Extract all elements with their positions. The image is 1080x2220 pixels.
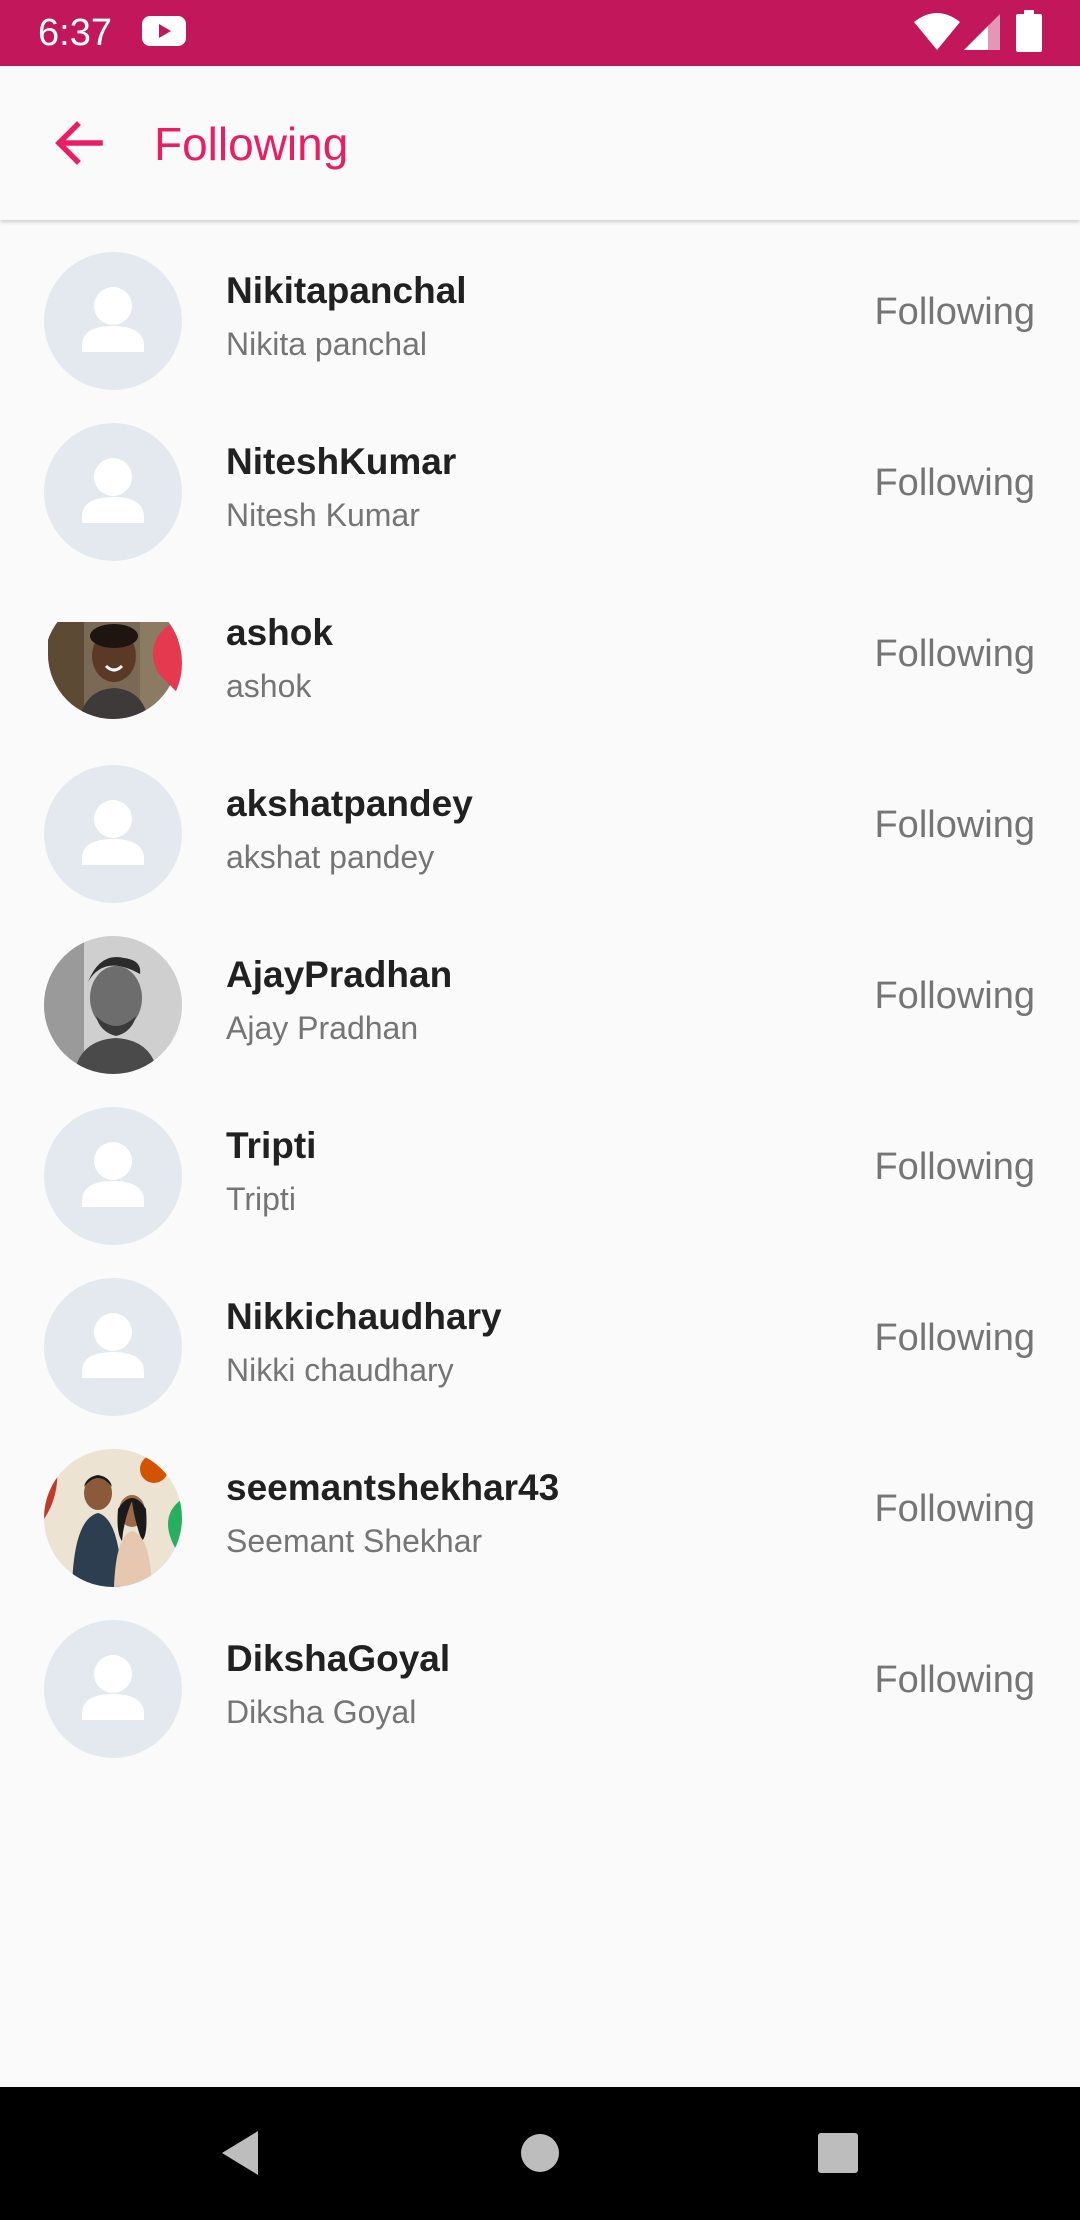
app-bar: Following — [0, 66, 1080, 220]
full-name: Diksha Goyal — [226, 1694, 417, 1730]
user-row[interactable]: ashok ashok Following — [0, 562, 1080, 733]
username: Tripti — [226, 1125, 317, 1166]
username: AjayPradhan — [226, 954, 453, 995]
following-button[interactable]: Following — [874, 1314, 1035, 1362]
following-button[interactable]: Following — [874, 1656, 1035, 1704]
default-avatar-icon — [82, 458, 144, 523]
full-name: Nitesh Kumar — [226, 497, 420, 533]
page-title: Following — [154, 118, 349, 170]
avatar-photo — [44, 936, 182, 1074]
full-name: ashok — [226, 668, 312, 704]
username: ashok — [226, 612, 333, 653]
full-name: Tripti — [226, 1181, 296, 1217]
default-avatar-icon — [82, 287, 144, 352]
profile-photo — [44, 1449, 182, 1587]
cellular-icon — [964, 14, 1000, 50]
username: DikshaGoyal — [226, 1638, 451, 1679]
user-row[interactable]: seemantshekhar43 Seemant Shekhar Followi… — [0, 1417, 1080, 1588]
default-avatar-icon — [82, 1655, 144, 1720]
full-name: Nikki chaudhary — [226, 1352, 454, 1388]
following-button[interactable]: Following — [874, 801, 1035, 849]
user-row[interactable]: Nikitapanchal Nikita panchal Following — [0, 220, 1080, 391]
nav-home-icon[interactable] — [520, 2133, 560, 2173]
following-button[interactable]: Following — [874, 1485, 1035, 1533]
status-time: 6:37 — [38, 12, 112, 54]
following-list: Nikitapanchal Nikita panchal Following N… — [0, 220, 1080, 1759]
battery-icon — [1016, 10, 1042, 52]
following-button[interactable]: Following — [874, 459, 1035, 507]
full-name: Seemant Shekhar — [226, 1523, 483, 1559]
avatar — [44, 252, 182, 390]
full-name: akshat pandey — [226, 839, 435, 875]
nav-recents-icon[interactable] — [817, 2133, 859, 2173]
wifi-icon — [914, 13, 960, 50]
user-row[interactable]: AjayPradhan Ajay Pradhan Following — [0, 904, 1080, 1075]
user-row[interactable]: DikshaGoyal Diksha Goyal Following — [0, 1588, 1080, 1759]
youtube-icon — [142, 16, 186, 46]
avatar — [44, 765, 182, 903]
username: akshatpandey — [226, 783, 473, 824]
status-bar: 6:37 — [0, 0, 1080, 66]
user-row[interactable]: Tripti Tripti Following — [0, 1075, 1080, 1246]
heart-icon — [152, 620, 182, 698]
user-row[interactable]: Nikkichaudhary Nikki chaudhary Following — [0, 1246, 1080, 1417]
username: Nikitapanchal — [226, 270, 467, 311]
following-button[interactable]: Following — [874, 630, 1035, 678]
avatar-photo — [44, 1449, 182, 1587]
avatar — [44, 1620, 182, 1758]
full-name: Nikita panchal — [226, 326, 427, 362]
back-button[interactable] — [44, 108, 114, 178]
following-button[interactable]: Following — [874, 288, 1035, 336]
full-name: Ajay Pradhan — [226, 1010, 419, 1046]
avatar — [44, 1107, 182, 1245]
avatar — [44, 423, 182, 561]
user-row[interactable]: akshatpandey akshat pandey Following — [0, 733, 1080, 904]
nav-back-icon[interactable] — [218, 2127, 262, 2179]
following-button[interactable]: Following — [874, 1143, 1035, 1191]
username: seemantshekhar43 — [226, 1467, 560, 1508]
default-avatar-icon — [82, 1313, 144, 1378]
username: Nikkichaudhary — [226, 1296, 502, 1337]
navigation-bar — [0, 2087, 1080, 2220]
default-avatar-icon — [82, 1142, 144, 1207]
avatar-photo — [44, 594, 182, 732]
default-avatar-icon — [82, 800, 144, 865]
username: NiteshKumar — [226, 441, 457, 482]
user-row[interactable]: NiteshKumar Nitesh Kumar Following — [0, 391, 1080, 562]
profile-photo — [44, 936, 182, 1074]
following-button[interactable]: Following — [874, 972, 1035, 1020]
avatar — [44, 1278, 182, 1416]
arrow-back-icon — [55, 121, 103, 165]
